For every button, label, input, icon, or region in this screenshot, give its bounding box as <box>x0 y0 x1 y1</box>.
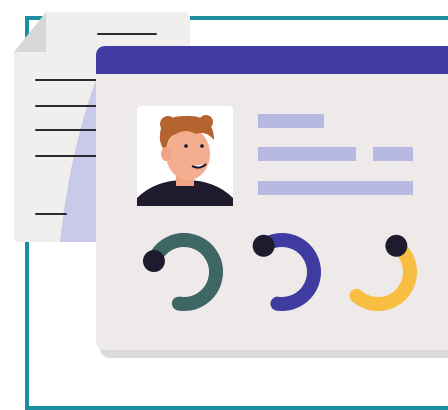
placeholder-bar <box>258 114 324 128</box>
progress-ring-knob <box>252 234 275 257</box>
card-header <box>96 46 448 74</box>
avatar-ear <box>161 147 171 161</box>
placeholder-bar <box>258 181 413 195</box>
placeholder-bar <box>373 147 413 161</box>
profile-avatar-icon <box>137 106 233 206</box>
progress-ring-knob <box>142 250 165 273</box>
progress-ring-knob <box>385 234 408 257</box>
profile-card-illustration <box>14 12 448 358</box>
avatar-eye <box>200 144 204 148</box>
document-fold <box>14 12 46 52</box>
avatar-face <box>166 128 210 180</box>
avatar-hair-curl <box>199 115 213 129</box>
profile-card <box>96 46 448 358</box>
avatar-hair-curl <box>160 116 176 132</box>
avatar-eye <box>184 144 188 148</box>
placeholder-bar <box>258 147 356 161</box>
